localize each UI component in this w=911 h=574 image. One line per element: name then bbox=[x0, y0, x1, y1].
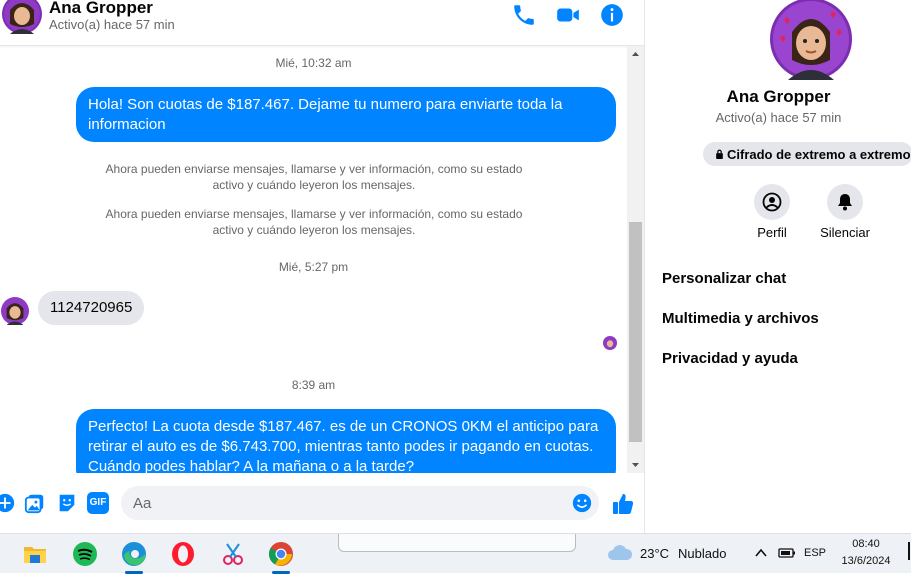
conversation-info-panel: Ana Gropper Activo(a) hace 57 min Cifrad… bbox=[644, 0, 911, 533]
sticker-icon[interactable] bbox=[56, 492, 78, 514]
message-outgoing[interactable]: Perfecto! La cuota desde $187.467. es de… bbox=[76, 409, 616, 473]
profile-button[interactable] bbox=[754, 184, 790, 220]
contact-status: Activo(a) hace 57 min bbox=[49, 17, 175, 32]
mute-button-label: Silenciar bbox=[820, 225, 870, 240]
taskbar-search-widget[interactable] bbox=[338, 534, 576, 552]
plus-icon[interactable] bbox=[0, 492, 16, 514]
profile-status: Activo(a) hace 57 min bbox=[715, 110, 842, 125]
phone-icon[interactable] bbox=[511, 2, 537, 28]
notice-line: activo y cuándo leyeron los mensajes. bbox=[212, 223, 416, 237]
scrollbar-thumb[interactable] bbox=[629, 222, 642, 442]
message-list[interactable]: Mié, 10:32 am Hola! Son cuotas de $187.4… bbox=[0, 47, 627, 473]
timestamp: Mié, 5:27 pm bbox=[278, 260, 349, 274]
timestamp: Mié, 10:32 am bbox=[275, 56, 352, 70]
message-text: Hola! Son cuotas de $187.467. Dejame tu … bbox=[88, 96, 563, 113]
clock-date[interactable]: 13/6/2024 bbox=[836, 555, 896, 567]
chat-scrollbar[interactable] bbox=[627, 46, 644, 473]
notice-line: activo y cuándo leyeron los mensajes. bbox=[212, 178, 416, 192]
scroll-down-arrow-icon[interactable] bbox=[627, 456, 644, 473]
messenger-window: Ana Gropper Activo(a) hace 57 min Mié, 1… bbox=[0, 0, 911, 533]
sender-avatar[interactable] bbox=[1, 297, 29, 325]
message-outgoing[interactable]: Hola! Son cuotas de $187.467. Dejame tu … bbox=[76, 87, 616, 142]
notice-line: Ahora pueden enviarse mensajes, llamarse… bbox=[105, 207, 523, 221]
gif-icon[interactable]: GIF bbox=[87, 492, 109, 514]
menu-customize-chat[interactable]: Personalizar chat bbox=[662, 270, 786, 287]
snipping-tool-icon[interactable] bbox=[219, 540, 247, 568]
profile-avatar[interactable] bbox=[770, 0, 852, 80]
contact-name[interactable]: Ana Gropper bbox=[49, 0, 153, 18]
message-text: Perfecto! La cuota desde $187.467. es de… bbox=[88, 418, 599, 435]
windows-taskbar: 23°C Nublado ESP 08:40 13/6/2024 bbox=[0, 533, 911, 574]
contact-avatar[interactable] bbox=[2, 0, 42, 34]
message-text: Cuándo podes hablar? A la mañana o a la … bbox=[88, 458, 415, 473]
chat-header: Ana Gropper Activo(a) hace 57 min bbox=[0, 0, 644, 46]
clock-time[interactable]: 08:40 bbox=[836, 538, 896, 550]
image-icon[interactable] bbox=[24, 492, 46, 514]
weather-condition[interactable]: Nublado bbox=[678, 546, 726, 561]
encryption-badge[interactable]: Cifrado de extremo a extremo bbox=[703, 142, 911, 166]
spotify-icon[interactable] bbox=[71, 540, 99, 568]
system-notice: Ahora pueden enviarse mensajes, llamarse… bbox=[80, 206, 548, 238]
mute-button[interactable] bbox=[827, 184, 863, 220]
menu-media-files[interactable]: Multimedia y archivos bbox=[662, 310, 819, 327]
message-text: informacion bbox=[88, 116, 166, 133]
battery-icon[interactable] bbox=[778, 546, 796, 560]
timestamp: 8:39 am bbox=[291, 378, 336, 392]
scroll-up-arrow-icon[interactable] bbox=[627, 46, 644, 63]
opera-icon[interactable] bbox=[169, 540, 197, 568]
menu-privacy-support[interactable]: Privacidad y ayuda bbox=[662, 350, 798, 367]
weather-temperature[interactable]: 23°C bbox=[640, 546, 669, 561]
chrome-icon[interactable] bbox=[267, 540, 295, 568]
edge-icon[interactable] bbox=[120, 540, 148, 568]
seen-indicator-avatar bbox=[603, 336, 617, 350]
notice-line: Ahora pueden enviarse mensajes, llamarse… bbox=[105, 162, 523, 176]
like-icon[interactable] bbox=[611, 492, 635, 516]
message-composer: GIF Aa bbox=[0, 474, 644, 533]
profile-icon bbox=[762, 192, 782, 212]
video-icon[interactable] bbox=[555, 2, 581, 28]
info-icon[interactable] bbox=[599, 2, 625, 28]
lock-icon bbox=[716, 149, 723, 159]
profile-name: Ana Gropper bbox=[726, 87, 831, 106]
system-notice: Ahora pueden enviarse mensajes, llamarse… bbox=[80, 161, 548, 193]
message-input[interactable]: Aa bbox=[121, 486, 599, 520]
profile-button-label: Perfil bbox=[757, 225, 787, 240]
chevron-up-icon[interactable] bbox=[754, 547, 768, 559]
message-incoming[interactable]: 1124720965 bbox=[38, 291, 145, 325]
encryption-label: Cifrado de extremo a extremo bbox=[727, 147, 911, 162]
emoji-icon[interactable] bbox=[571, 492, 593, 514]
file-explorer-icon[interactable] bbox=[21, 540, 49, 568]
show-desktop-button[interactable] bbox=[908, 542, 910, 560]
cloud-icon[interactable] bbox=[606, 541, 634, 565]
message-text: retirar el auto es de $6.743.700, mientr… bbox=[88, 438, 594, 455]
bell-icon bbox=[838, 194, 852, 211]
language-indicator[interactable]: ESP bbox=[803, 547, 827, 559]
